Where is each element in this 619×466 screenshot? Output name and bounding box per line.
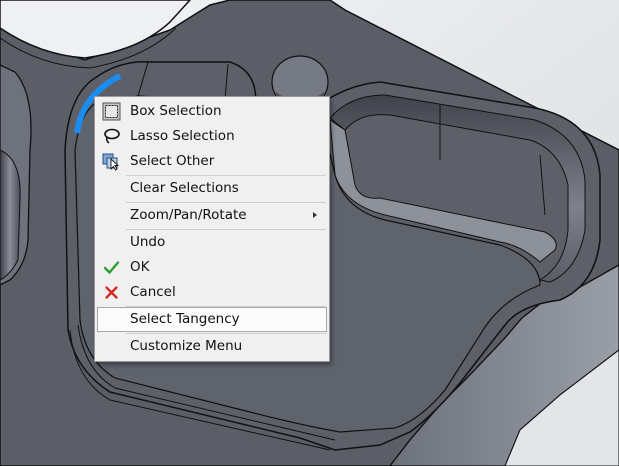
menu-item-label: Clear Selections [130,180,239,196]
menu-item-label: OK [130,259,150,275]
menu-item-label: Customize Menu [130,338,243,354]
menu-item-select-tangency[interactable]: Select Tangency [97,307,327,332]
cancel-x-icon [102,283,121,302]
submenu-arrow-icon [313,212,317,218]
menu-item-label: Zoom/Pan/Rotate [130,207,247,223]
box-selection-icon [102,102,121,121]
lasso-selection-icon [102,127,121,146]
menu-item-customize-menu[interactable]: Customize Menu [97,334,327,359]
menu-item-label: Select Tangency [130,311,240,327]
menu-item-undo[interactable]: Undo [97,230,327,255]
menu-item-box-selection[interactable]: Box Selection [97,99,327,124]
menu-item-select-other[interactable]: Select Other [97,149,327,174]
menu-item-cancel[interactable]: Cancel [97,280,327,305]
menu-item-lasso-selection[interactable]: Lasso Selection [97,124,327,149]
menu-item-label: Cancel [130,284,176,300]
menu-item-label: Select Other [130,153,215,169]
menu-item-ok[interactable]: OK [97,255,327,280]
menu-item-label: Box Selection [130,103,222,119]
checkmark-icon [102,258,121,277]
menu-item-zoom-pan-rotate[interactable]: Zoom/Pan/Rotate [97,203,327,228]
menu-item-label: Lasso Selection [130,128,235,144]
context-menu: Box Selection Lasso Selection Select Oth… [94,96,330,362]
menu-item-clear-selections[interactable]: Clear Selections [97,176,327,201]
menu-item-label: Undo [130,234,166,250]
select-other-icon [102,152,121,171]
left-pocket-wall [0,149,21,281]
